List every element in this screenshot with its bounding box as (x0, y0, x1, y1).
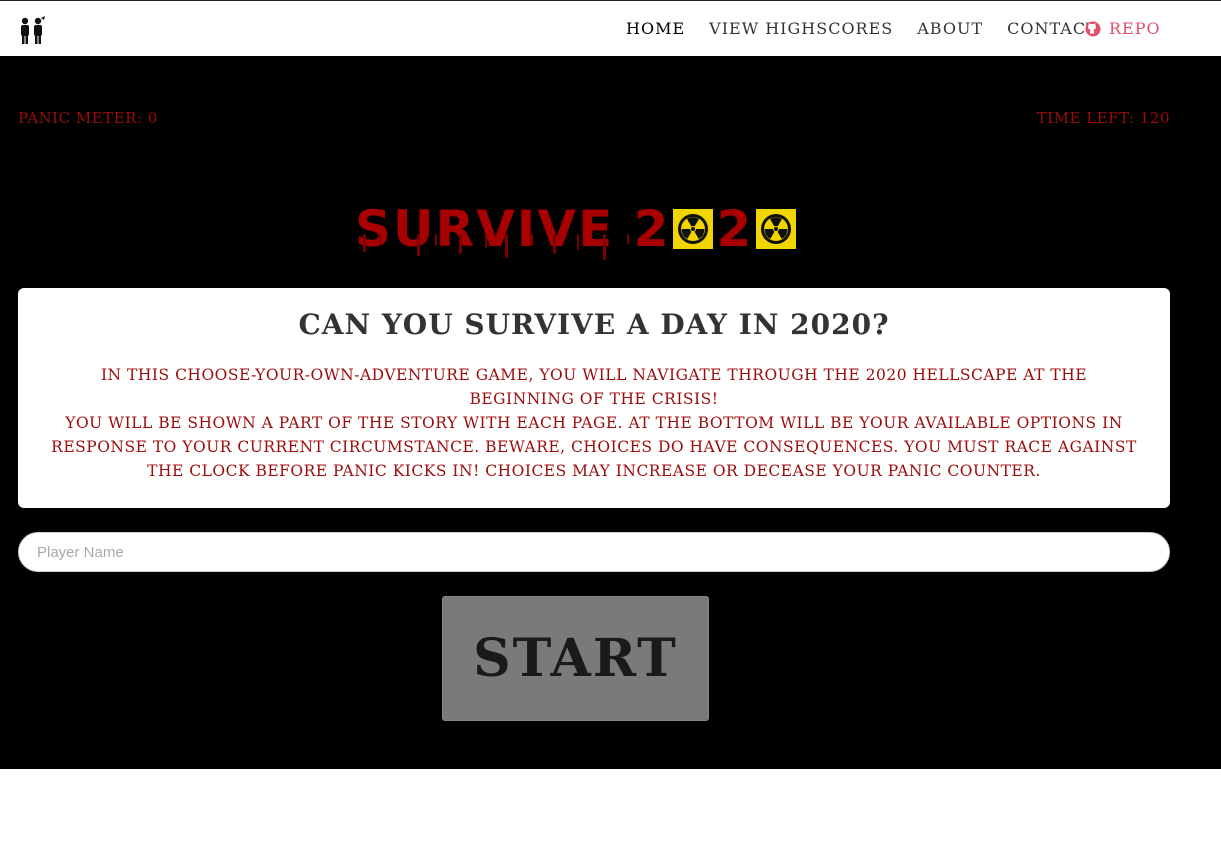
nav-view-highscores[interactable]: View Highscores (709, 19, 893, 38)
repo-link[interactable]: Repo (1085, 19, 1161, 38)
radioactive-icon (673, 209, 714, 249)
repo-label: Repo (1109, 19, 1161, 38)
game-stage: Panic Meter: 0 Time Left: 120 SURVIVE 2 … (0, 56, 1221, 769)
player-name-input[interactable] (18, 532, 1170, 572)
nav-about[interactable]: About (917, 19, 983, 38)
start-button[interactable]: START (442, 596, 709, 721)
intro-heading: Can you survive a day in 2020? (298, 308, 890, 341)
time-left: Time Left: 120 (1036, 109, 1170, 127)
title-middle: 2 (716, 200, 754, 258)
navbar: Home View Highscores About Contact Repo (0, 0, 1221, 56)
intro-line-2: You will be shown a part of the story wi… (51, 414, 1137, 480)
nav-home[interactable]: Home (626, 19, 685, 38)
radioactive-icon (756, 209, 797, 249)
github-icon (1085, 21, 1101, 36)
nav-links: Home View Highscores About Contact (626, 19, 1122, 38)
intro-card: Can you survive a day in 2020? In this c… (18, 288, 1170, 508)
blood-drips (363, 234, 629, 260)
panic-meter: Panic Meter: 0 (18, 109, 158, 127)
people-icon[interactable] (17, 15, 47, 45)
intro-line-1: In this choose-your-own-adventure game, … (100, 366, 1088, 408)
